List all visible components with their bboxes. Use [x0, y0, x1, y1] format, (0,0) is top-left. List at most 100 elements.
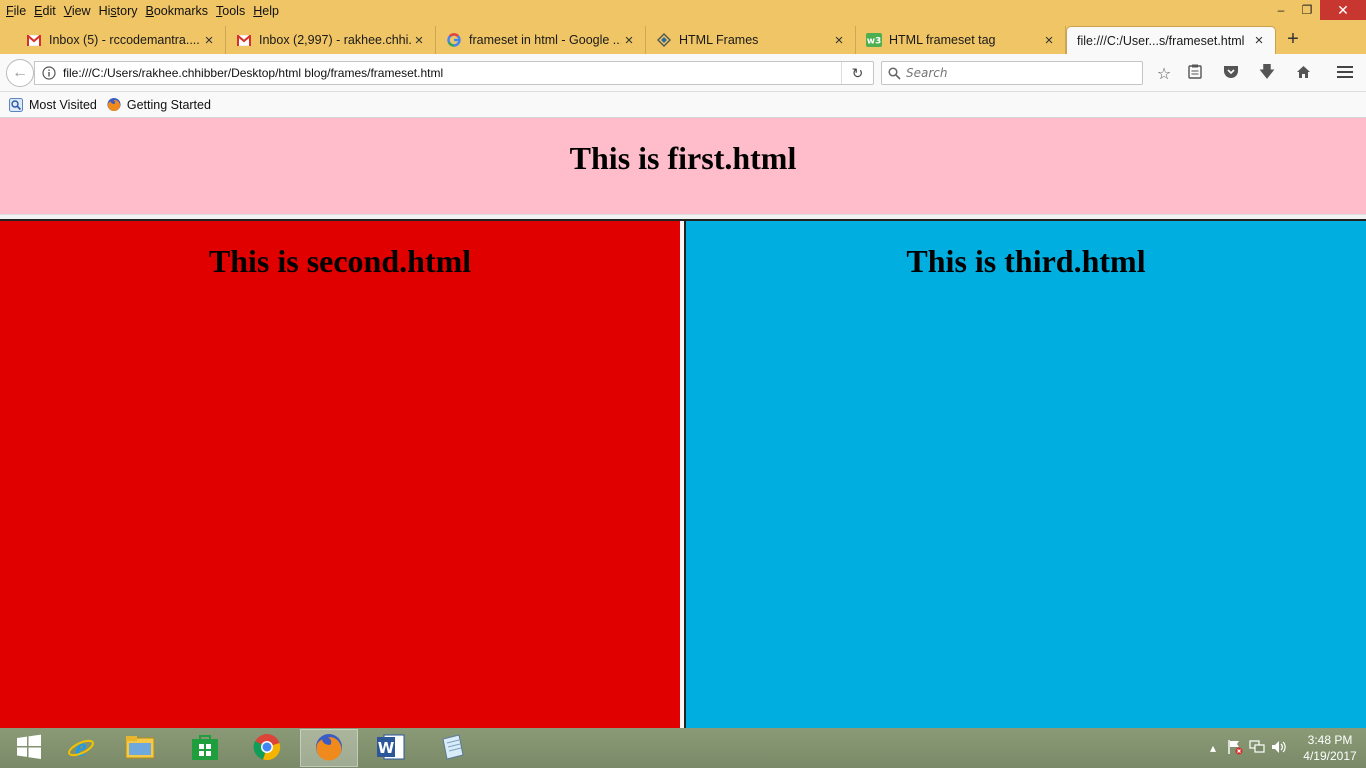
svg-text:e: e — [75, 733, 87, 762]
open-menu-button[interactable] — [1334, 63, 1356, 85]
taskbar-notepad[interactable] — [424, 729, 482, 767]
w3schools-icon: w3 — [866, 32, 882, 48]
google-icon — [446, 32, 462, 48]
restore-button[interactable]: ❐ — [1294, 0, 1320, 20]
taskbar-clock[interactable]: 3:48 PM 4/19/2017 — [1294, 732, 1366, 764]
tab-close-icon[interactable]: × — [1041, 32, 1057, 49]
frame-first: This is first.html — [0, 118, 1366, 214]
menu-help[interactable]: Help — [249, 1, 283, 21]
gmail-icon — [236, 32, 252, 48]
menu-bar: File Edit View History Bookmarks Tools H… — [0, 0, 283, 22]
word-icon: W — [376, 733, 406, 764]
chrome-icon — [253, 733, 281, 764]
menu-bookmarks[interactable]: Bookmarks — [142, 1, 213, 21]
volume-button[interactable] — [1268, 738, 1290, 758]
windows-start-icon — [16, 734, 42, 763]
restore-icon: ❐ — [1301, 3, 1313, 17]
taskbar-word[interactable]: W — [362, 729, 420, 767]
show-hidden-icons-button[interactable]: ▴ — [1202, 738, 1224, 758]
pocket-button[interactable] — [1220, 63, 1242, 85]
tab-close-icon[interactable]: × — [411, 32, 427, 49]
horizontal-frame-border[interactable] — [0, 214, 1366, 221]
pocket-icon — [1223, 65, 1239, 84]
site-info-icon[interactable] — [35, 66, 63, 80]
bookmark-most-visited[interactable]: Most Visited — [9, 97, 97, 112]
tab-google-search[interactable]: frameset in html - Google ... × — [436, 26, 646, 54]
minimize-icon: – — [1277, 3, 1285, 17]
taskbar-windows-store[interactable] — [176, 729, 234, 767]
search-icon — [882, 66, 906, 80]
window-controls: – ❐ ✕ — [1268, 0, 1366, 20]
tab-html-frames[interactable]: HTML Frames × — [646, 26, 856, 54]
minimize-button[interactable]: – — [1268, 0, 1294, 20]
taskbar-file-explorer[interactable] — [111, 729, 169, 767]
notepad-icon — [439, 733, 467, 764]
close-icon: ✕ — [1337, 1, 1349, 18]
taskbar-internet-explorer[interactable]: e — [52, 729, 110, 767]
network-button[interactable] — [1246, 738, 1268, 758]
plus-icon: + — [1287, 27, 1299, 50]
navigation-bar: ← file:///C:/Users/rakhee.chhibber/Deskt… — [0, 54, 1366, 92]
clock-time: 3:48 PM — [1307, 733, 1353, 747]
bookmarks-toolbar: Most Visited Getting Started — [0, 92, 1366, 118]
second-frame-heading: This is second.html — [208, 243, 472, 279]
tab-close-icon[interactable]: × — [831, 32, 847, 49]
start-button[interactable] — [0, 729, 58, 767]
windows-store-icon — [191, 733, 219, 764]
star-icon: ☆ — [1156, 66, 1172, 83]
downloads-button[interactable]: 🡇 — [1256, 63, 1278, 85]
tab-html-frameset-tag[interactable]: w3 HTML frameset tag × — [856, 26, 1066, 54]
first-frame-heading: This is first.html — [569, 140, 797, 176]
bookmark-star-button[interactable]: ☆ — [1153, 63, 1175, 85]
bookmarks-menu-button[interactable] — [1184, 63, 1206, 85]
download-arrow-icon: 🡇 — [1258, 63, 1276, 81]
clock-date: 4/19/2017 — [1303, 749, 1357, 763]
menu-view[interactable]: View — [60, 1, 95, 21]
menu-tools[interactable]: Tools — [212, 1, 249, 21]
reload-icon: ↻ — [851, 64, 864, 81]
search-bar[interactable] — [881, 61, 1143, 85]
tab-frameset-file[interactable]: file:///C:/User...s/frameset.html × — [1066, 26, 1276, 54]
speaker-icon — [1271, 740, 1287, 757]
tab-strip: Inbox (5) - rccodemantra.... × Inbox (2,… — [0, 22, 1366, 54]
new-tab-button[interactable]: + — [1281, 26, 1305, 52]
most-visited-icon — [9, 97, 23, 112]
clipboard-icon — [1188, 64, 1202, 84]
windows-taskbar: e W ▴ 3:48 PM 4/19/2017 — [0, 728, 1366, 768]
taskbar-firefox[interactable] — [300, 729, 358, 767]
taskbar-chrome[interactable] — [238, 729, 296, 767]
internet-explorer-icon: e — [66, 732, 96, 765]
firefox-icon — [314, 732, 344, 765]
menu-history[interactable]: History — [95, 1, 142, 21]
hamburger-menu-icon — [1337, 65, 1353, 84]
reload-button[interactable]: ↻ — [841, 62, 873, 84]
tab-gmail-inbox-2[interactable]: Inbox (2,997) - rakhee.chhi... × — [226, 26, 436, 54]
system-tray: ▴ 3:48 PM 4/19/2017 — [1202, 728, 1366, 768]
tutorialspoint-icon — [656, 32, 672, 48]
close-window-button[interactable]: ✕ — [1320, 0, 1366, 20]
gmail-icon — [26, 32, 42, 48]
firefox-icon — [107, 97, 121, 112]
bookmark-getting-started[interactable]: Getting Started — [107, 98, 211, 112]
action-center-button[interactable] — [1224, 738, 1246, 758]
menu-file[interactable]: File — [2, 1, 30, 21]
frame-third: This is third.html — [686, 221, 1366, 728]
tab-close-icon[interactable]: × — [1251, 32, 1267, 49]
file-explorer-icon — [125, 734, 155, 763]
frame-second: This is second.html — [0, 221, 680, 728]
url-bar[interactable]: file:///C:/Users/rakhee.chhibber/Desktop… — [34, 61, 874, 85]
svg-text:W: W — [378, 739, 395, 757]
home-icon — [1296, 65, 1311, 84]
search-input[interactable] — [906, 66, 1126, 80]
tab-close-icon[interactable]: × — [621, 32, 637, 49]
tab-close-icon[interactable]: × — [201, 32, 217, 49]
tab-gmail-inbox-1[interactable]: Inbox (5) - rccodemantra.... × — [16, 26, 226, 54]
menu-edit[interactable]: Edit — [30, 1, 60, 21]
svg-text:w3: w3 — [867, 37, 882, 47]
back-arrow-icon: ← — [12, 64, 28, 81]
home-button[interactable] — [1292, 63, 1314, 85]
url-text[interactable]: file:///C:/Users/rakhee.chhibber/Desktop… — [63, 66, 841, 80]
back-button[interactable]: ← — [6, 59, 34, 87]
action-center-flag-icon — [1227, 739, 1243, 758]
title-bar: File Edit View History Bookmarks Tools H… — [0, 0, 1366, 22]
